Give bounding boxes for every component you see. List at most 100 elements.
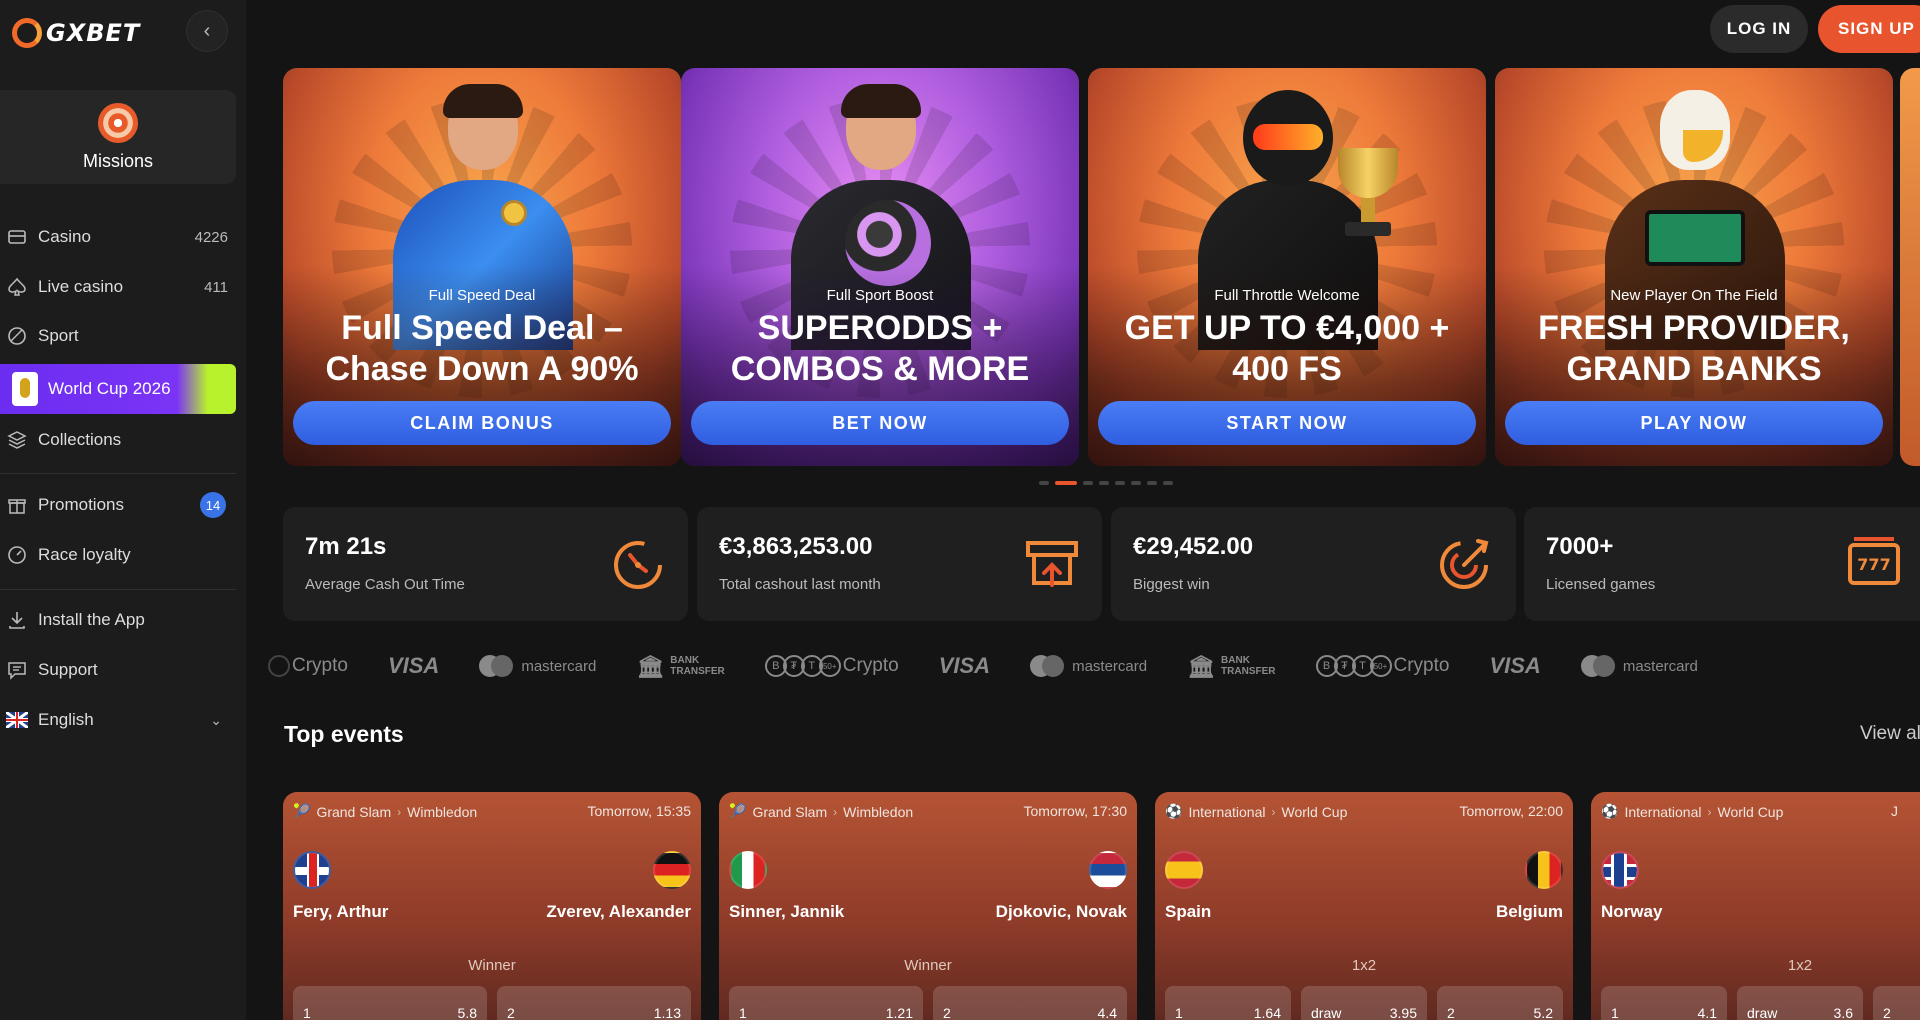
ball-icon bbox=[6, 325, 28, 347]
payment-methods-strip: Crypto VISA mastercard 🏛 BANK TRANSFER B ₮ T… bbox=[268, 650, 1738, 682]
italy-flag-icon bbox=[729, 851, 767, 889]
speedometer-icon bbox=[6, 544, 28, 566]
belgium-flag-icon bbox=[1525, 851, 1563, 889]
chat-icon bbox=[6, 659, 28, 681]
carousel-dot[interactable] bbox=[1083, 481, 1093, 485]
carousel-dot[interactable] bbox=[1099, 481, 1109, 485]
sidebar-item-casino[interactable]: Casino 4226 bbox=[0, 215, 236, 259]
promo-banner[interactable]: Full Speed Deal Full Speed Deal – Chase … bbox=[283, 68, 681, 466]
away-team: Zverev, Alexander bbox=[546, 902, 691, 921]
sidebar-item-label: Sport bbox=[38, 326, 79, 345]
banner-subtitle: Full Throttle Welcome bbox=[1214, 287, 1360, 304]
event-time: Tomorrow, 17:30 bbox=[1023, 803, 1128, 819]
promo-banner[interactable]: Full Sport Boost SUPERODDS + COMBOS & MO… bbox=[681, 68, 1079, 466]
sidebar-item-install-app[interactable]: Install the App bbox=[0, 598, 236, 642]
event-category: Grand Slam bbox=[752, 803, 828, 820]
play-now-button[interactable]: PLAY NOW bbox=[1505, 401, 1883, 445]
event-time: Tomorrow, 22:00 bbox=[1459, 803, 1564, 819]
visa-logo: VISA bbox=[387, 653, 440, 678]
promo-banner[interactable]: New Player On The Field FRESH PROVIDER, … bbox=[1495, 68, 1893, 466]
mastercard-logo: mastercard bbox=[1580, 650, 1698, 682]
sidebar-item-count: 411 bbox=[204, 278, 228, 296]
odd-button[interactable]: 2 4.4 bbox=[933, 986, 1127, 1020]
odd-button[interactable]: 2 5.2 bbox=[1437, 986, 1563, 1020]
stat-card: 7m 21s Average Cash Out Time bbox=[283, 507, 688, 621]
section-title: Top events bbox=[284, 721, 404, 747]
brand-name: GXBET bbox=[46, 19, 141, 47]
slot-machine-icon: 777 bbox=[1848, 537, 1900, 585]
carousel-pagination bbox=[1039, 481, 1173, 485]
missions-card[interactable]: Missions bbox=[0, 90, 236, 184]
sidebar-item-label: Casino bbox=[38, 227, 91, 246]
sidebar-item-promotions[interactable]: Promotions 14 bbox=[0, 483, 236, 527]
sidebar-item-label: Support bbox=[38, 660, 98, 679]
language-selector[interactable]: English ⌄ bbox=[0, 698, 236, 742]
odd-button[interactable]: 1 5.8 bbox=[293, 986, 487, 1020]
timer-icon bbox=[614, 541, 662, 589]
event-league: Wimbledon bbox=[843, 803, 914, 820]
target-icon bbox=[1440, 539, 1489, 589]
event-card[interactable]: ⚽ International › World Cup Tomorrow, 22… bbox=[1155, 792, 1573, 1020]
claim-bonus-button[interactable]: CLAIM BONUS bbox=[293, 401, 671, 445]
mastercard-logo: mastercard bbox=[479, 650, 596, 682]
sidebar-item-sport[interactable]: Sport bbox=[0, 314, 236, 358]
app-root: GXBET ‹ Missions Casino 4226 Live casino… bbox=[0, 0, 1920, 1020]
odd-button[interactable]: draw 3.95 bbox=[1301, 986, 1427, 1020]
bank-transfer-logo: 🏛 BANK TRANSFER bbox=[1187, 653, 1276, 679]
world-cup-logo-icon bbox=[12, 372, 38, 406]
event-card[interactable]: 🎾 Grand Slam › Wimbledon Tomorrow, 15:35… bbox=[283, 792, 701, 1020]
sidebar-item-race-loyalty[interactable]: Race loyalty bbox=[0, 533, 236, 577]
sidebar-item-collections[interactable]: Collections bbox=[0, 418, 236, 462]
collapse-sidebar-button[interactable]: ‹ bbox=[186, 10, 228, 52]
uk-flag-icon bbox=[293, 851, 331, 889]
sidebar-item-world-cup[interactable]: World Cup 2026 bbox=[0, 364, 236, 414]
stat-label: Licensed games bbox=[1546, 576, 1656, 593]
carousel-dot[interactable] bbox=[1115, 481, 1125, 485]
away-team: Belgium bbox=[1495, 902, 1563, 921]
carousel-dot[interactable] bbox=[1039, 481, 1049, 485]
bank-icon: 🏛 bbox=[1187, 653, 1216, 679]
target-dart-icon bbox=[98, 102, 138, 143]
tennis-icon: 🎾 bbox=[729, 803, 747, 819]
missions-label: Missions bbox=[82, 150, 153, 171]
event-league: World Cup bbox=[1717, 803, 1784, 820]
language-label: English bbox=[38, 710, 94, 729]
stat-value: €3,863,253.00 bbox=[719, 533, 873, 560]
stat-card: €3,863,253.00 Total cashout last month bbox=[697, 507, 1102, 621]
market-label: Winner bbox=[904, 957, 952, 974]
logo-g-icon bbox=[12, 18, 42, 48]
carousel-dot[interactable] bbox=[1147, 481, 1157, 485]
signup-button[interactable]: SIGN UP bbox=[1818, 5, 1920, 53]
view-all-link[interactable]: View all bbox=[1860, 723, 1920, 745]
trophy-icon bbox=[1333, 148, 1403, 238]
crypto-payment-logo: B ₮ T 50+ Crypto bbox=[764, 650, 899, 682]
bet-now-button[interactable]: BET NOW bbox=[691, 401, 1069, 445]
carousel-dot[interactable] bbox=[1131, 481, 1141, 485]
sidebar-divider bbox=[0, 589, 236, 590]
carousel-dot[interactable] bbox=[1163, 481, 1173, 485]
stat-label: Biggest win bbox=[1133, 576, 1210, 593]
odd-button[interactable]: 1 1.64 bbox=[1165, 986, 1291, 1020]
event-card[interactable]: 🎾 Grand Slam › Wimbledon Tomorrow, 17:30… bbox=[719, 792, 1137, 1020]
brand-logo[interactable]: GXBET bbox=[12, 18, 140, 48]
next-banner-peek[interactable] bbox=[1900, 68, 1920, 466]
stat-label: Total cashout last month bbox=[719, 576, 881, 593]
bank-icon: 🏛 bbox=[636, 653, 665, 679]
odd-button[interactable]: 2 1.13 bbox=[497, 986, 691, 1020]
carousel-dot[interactable] bbox=[1055, 481, 1077, 485]
home-team: Spain bbox=[1165, 902, 1212, 921]
promo-banner[interactable]: Full Throttle Welcome GET UP TO €4,000 +… bbox=[1088, 68, 1486, 466]
bank-transfer-logo: 🏛 BANK TRANSFER bbox=[636, 653, 725, 679]
start-now-button[interactable]: START NOW bbox=[1098, 401, 1476, 445]
odd-button[interactable]: draw 3.6 bbox=[1737, 986, 1863, 1020]
event-card[interactable]: ⚽ International › World Cup J Norway 1x2… bbox=[1591, 792, 1920, 1020]
sidebar-item-support[interactable]: Support bbox=[0, 648, 236, 692]
sidebar-item-live-casino[interactable]: Live casino 411 bbox=[0, 265, 236, 309]
odd-button[interactable]: 1 4.1 bbox=[1601, 986, 1727, 1020]
login-button[interactable]: LOG IN bbox=[1710, 5, 1808, 53]
odd-button[interactable]: 2 bbox=[1873, 986, 1920, 1020]
tennis-icon: 🎾 bbox=[293, 803, 311, 819]
home-team: Sinner, Jannik bbox=[729, 902, 845, 921]
odd-button[interactable]: 1 1.21 bbox=[729, 986, 923, 1020]
germany-flag-icon bbox=[653, 851, 691, 889]
